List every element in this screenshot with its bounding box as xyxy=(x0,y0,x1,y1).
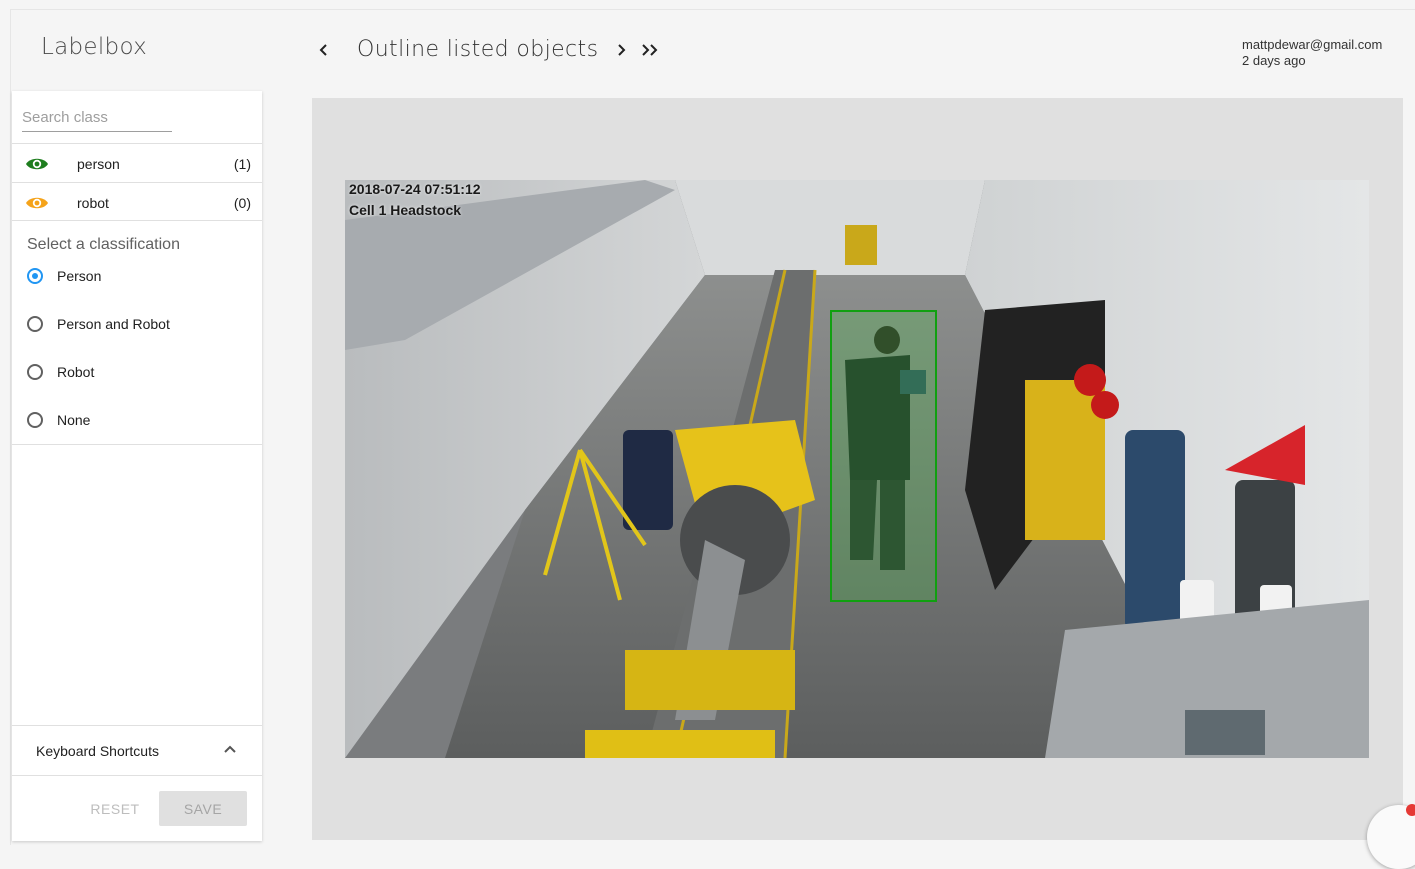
radio-option-person[interactable]: Person xyxy=(27,264,101,288)
classification-title: Select a classification xyxy=(27,236,180,253)
radio-option-none[interactable]: None xyxy=(27,408,90,432)
eye-icon[interactable] xyxy=(25,196,49,210)
class-count: (0) xyxy=(233,194,251,211)
search-class-input[interactable] xyxy=(22,105,172,129)
radio-option-robot[interactable]: Robot xyxy=(27,360,94,384)
tools-panel: person (1) robot (0) Select a classifica… xyxy=(12,91,262,841)
radio-label: Person and Robot xyxy=(57,316,170,332)
radio-unchecked-icon[interactable] xyxy=(27,364,43,380)
app-logo: Labelbox xyxy=(41,34,148,60)
bounding-box-person[interactable] xyxy=(830,310,937,602)
divider xyxy=(12,444,262,445)
class-item-robot[interactable]: robot (0) xyxy=(12,182,262,222)
skip-forward-button[interactable] xyxy=(638,36,662,64)
next-button[interactable] xyxy=(610,36,632,64)
radio-unchecked-icon[interactable] xyxy=(27,316,43,332)
class-count: (1) xyxy=(233,155,251,172)
camera-label: Cell 1 Headstock xyxy=(349,202,462,218)
last-updated: 2 days ago xyxy=(1242,53,1306,68)
labeling-canvas[interactable]: 2018-07-24 07:51:12 Cell 1 Headstock xyxy=(312,98,1403,840)
radio-unchecked-icon[interactable] xyxy=(27,412,43,428)
chevron-up-icon xyxy=(224,745,236,753)
camera-image[interactable]: 2018-07-24 07:51:12 Cell 1 Headstock xyxy=(345,180,1369,758)
radio-label: Person xyxy=(57,268,102,284)
class-item-person[interactable]: person (1) xyxy=(12,143,262,183)
radio-checked-icon[interactable] xyxy=(27,268,43,284)
keyboard-shortcuts-toggle[interactable]: Keyboard Shortcuts xyxy=(12,725,262,776)
class-label: person xyxy=(77,155,120,172)
search-field xyxy=(22,105,172,132)
class-label: robot xyxy=(77,194,109,211)
user-email: mattpdewar@gmail.com xyxy=(1242,37,1383,52)
radio-label: Robot xyxy=(57,364,95,380)
save-button[interactable]: SAVE xyxy=(159,791,247,826)
radio-option-person-and-robot[interactable]: Person and Robot xyxy=(27,312,170,336)
double-chevron-right-icon xyxy=(642,44,658,56)
radio-label: None xyxy=(57,412,91,428)
chevron-right-icon xyxy=(618,44,626,56)
user-info: mattpdewar@gmail.com 2 days ago xyxy=(1242,37,1382,69)
eye-icon[interactable] xyxy=(25,157,49,171)
chevron-left-icon xyxy=(319,44,327,56)
task-title: Outline listed objects xyxy=(357,37,599,62)
shortcuts-label: Keyboard Shortcuts xyxy=(36,742,159,759)
reset-button[interactable]: RESET xyxy=(82,792,148,826)
image-timestamp: 2018-07-24 07:51:12 xyxy=(349,181,481,197)
notification-badge xyxy=(1406,804,1415,816)
previous-button[interactable] xyxy=(313,36,335,64)
divider xyxy=(12,220,262,221)
